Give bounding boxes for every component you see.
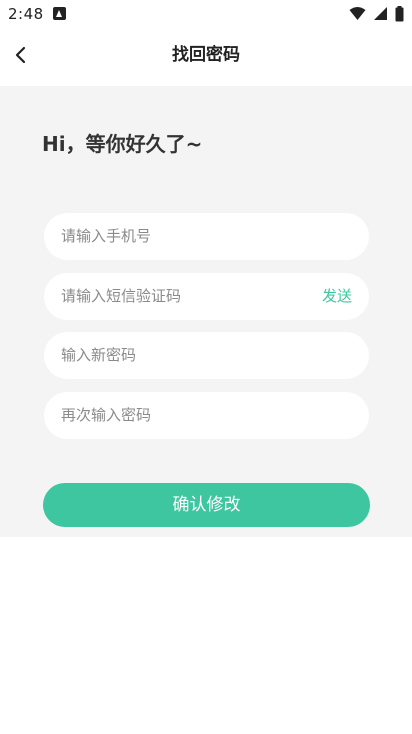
battery-icon (395, 6, 404, 22)
signal-icon (373, 7, 387, 20)
phone-placeholder: 请输入手机号 (61, 227, 152, 245)
confirm-password-placeholder: 再次输入密码 (61, 406, 152, 424)
form-area: Hi，等你好久了~ 请输入手机号 请输入短信验证码 发送 输入新密码 再次输入密… (0, 86, 412, 537)
confirm-button[interactable]: 确认修改 (43, 483, 370, 527)
confirm-password-input[interactable]: 再次输入密码 (44, 392, 369, 439)
sms-code-input[interactable]: 请输入短信验证码 发送 (44, 273, 369, 320)
greeting-text: Hi，等你好久了~ (42, 132, 203, 156)
back-button[interactable] (8, 42, 38, 72)
sms-code-placeholder: 请输入短信验证码 (61, 287, 182, 305)
new-password-placeholder: 输入新密码 (61, 346, 137, 364)
new-password-input[interactable]: 输入新密码 (44, 332, 369, 379)
chevron-left-icon (15, 46, 26, 64)
status-bar: 2:48 (0, 0, 412, 28)
status-time: 2:48 (8, 5, 44, 23)
status-icons (347, 6, 404, 22)
page-title: 找回密码 (172, 45, 240, 65)
send-code-button[interactable]: 发送 (322, 273, 352, 320)
phone-input[interactable]: 请输入手机号 (44, 213, 369, 260)
wifi-icon (349, 7, 366, 20)
notification-icon (53, 7, 66, 20)
nav-bar: 找回密码 (0, 28, 412, 86)
